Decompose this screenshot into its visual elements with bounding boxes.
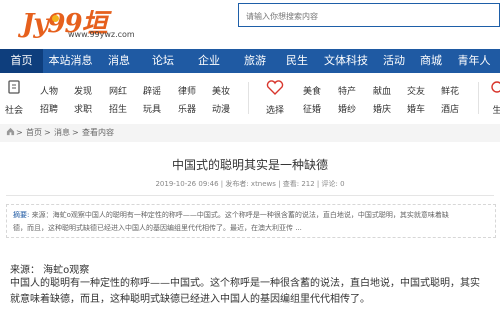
logo-dot-icon bbox=[52, 15, 59, 22]
sublink-dating[interactable]: 交友 bbox=[407, 84, 425, 97]
sublink-people[interactable]: 人物 bbox=[40, 84, 58, 97]
nav-item-mall[interactable]: 商城 bbox=[412, 49, 450, 73]
nav-item-home[interactable]: 首页 bbox=[0, 49, 43, 73]
article-body: 中国人的聪明有一种定性的称呼——中国式。这个称呼是一种很含蓄的说法，直白地说，中… bbox=[10, 278, 480, 289]
summary-text: 来源：海虻o观察中国人的聪明有一种定性的称呼——中国式。这个称呼是一种很含蓄的说… bbox=[31, 211, 449, 219]
sub-nav: 社会 人物 发现 网红 辟谣 律师 美妆 招聘 求职 招生 玩具 乐器 动漫 选… bbox=[0, 76, 500, 120]
sublink-flowers[interactable]: 鲜花 bbox=[441, 84, 459, 97]
sublink-blood[interactable]: 献血 bbox=[373, 84, 391, 97]
header: Jy99垣 www.99ywz.com bbox=[0, 0, 500, 44]
logo-url: www.99ywz.com bbox=[68, 30, 135, 39]
nav-item-youth[interactable]: 青年人 bbox=[450, 49, 498, 73]
article-source: 来源： 海虻o观察 bbox=[10, 265, 90, 276]
search-box[interactable] bbox=[238, 3, 500, 28]
search-input[interactable] bbox=[239, 5, 499, 28]
breadcrumb-separator: > bbox=[44, 128, 51, 137]
sublink-toys[interactable]: 玩具 bbox=[143, 102, 161, 115]
main-nav: 首页 本站消息 消息 论坛 企业 旅游 民生 文体科技 活动 商城 青年人 老 bbox=[0, 49, 500, 73]
sublink-rumor[interactable]: 辟谣 bbox=[143, 84, 161, 97]
breadcrumb-separator: > bbox=[72, 128, 79, 137]
sublink-matchmaking[interactable]: 征婚 bbox=[303, 102, 321, 115]
sublink-beauty[interactable]: 美妆 bbox=[212, 84, 230, 97]
divider bbox=[478, 82, 479, 114]
article-meta: 2019-10-26 09:46 | 发布者: xtnews | 查看: 212… bbox=[155, 180, 345, 188]
sublink-lawyer[interactable]: 律师 bbox=[178, 84, 196, 97]
category-choice[interactable]: 选择 bbox=[264, 80, 286, 116]
nav-item-activity[interactable]: 活动 bbox=[376, 49, 412, 73]
sublink-anime[interactable]: 动漫 bbox=[212, 102, 230, 115]
nav-item-travel[interactable]: 旅游 bbox=[232, 49, 278, 73]
article-title: 中国式的聪明其实是一种缺德 bbox=[171, 158, 328, 172]
breadcrumb: > 首页 > 消息 > 查看内容 bbox=[0, 124, 500, 142]
sublink-recruit[interactable]: 招聘 bbox=[40, 102, 58, 115]
nav-item-forum[interactable]: 论坛 bbox=[140, 49, 186, 73]
sublink-admission[interactable]: 招生 bbox=[109, 102, 127, 115]
home-icon[interactable] bbox=[6, 124, 15, 142]
category-society[interactable]: 社会 bbox=[3, 80, 25, 116]
divider bbox=[248, 82, 249, 114]
sublink-specialty[interactable]: 特产 bbox=[338, 84, 356, 97]
nav-item-news[interactable]: 消息 bbox=[98, 49, 140, 73]
sublink-instruments[interactable]: 乐器 bbox=[178, 102, 196, 115]
nav-item-site-news[interactable]: 本站消息 bbox=[43, 49, 98, 73]
sublink-wedding-dress[interactable]: 婚纱 bbox=[338, 102, 356, 115]
nav-item-culture-tech[interactable]: 文体科技 bbox=[316, 49, 376, 73]
nav-item-enterprise[interactable]: 企业 bbox=[186, 49, 232, 73]
article-summary: 摘要: 来源：海虻o观察中国人的聪明有一种定性的称呼——中国式。这个称呼是一种很… bbox=[6, 204, 496, 238]
sublink-wedding-car[interactable]: 婚车 bbox=[407, 102, 425, 115]
breadcrumb-news[interactable]: 消息 bbox=[54, 124, 70, 142]
breadcrumb-current: 查看内容 bbox=[82, 128, 114, 137]
sublink-wedding[interactable]: 婚庆 bbox=[373, 102, 391, 115]
category-life[interactable]: 生 bbox=[486, 80, 500, 116]
summary-text: 德，而且，这种聪明式缺德已经进入中国人的基因编组里代代相传了。最近，在澳大利亚传… bbox=[13, 224, 302, 232]
breadcrumb-home[interactable]: 首页 bbox=[26, 124, 42, 142]
sublink-jobseek[interactable]: 求职 bbox=[74, 102, 92, 115]
article-body: 就意味着缺德，而且，这种聪明式缺德已经进入中国人的基因编组里代代相传了。 bbox=[10, 294, 370, 305]
sublink-influencer[interactable]: 网红 bbox=[109, 84, 127, 97]
heart-icon bbox=[266, 80, 284, 95]
sublink-hotel[interactable]: 酒店 bbox=[441, 102, 459, 115]
sublink-food[interactable]: 美食 bbox=[303, 84, 321, 97]
site-logo[interactable]: Jy99垣 www.99ywz.com bbox=[22, 3, 135, 41]
breadcrumb-separator: > bbox=[16, 128, 23, 137]
society-icon bbox=[8, 80, 20, 94]
divider bbox=[6, 195, 494, 196]
nav-item-livelihood[interactable]: 民生 bbox=[278, 49, 316, 73]
summary-label: 摘要: bbox=[13, 211, 30, 219]
life-icon bbox=[491, 81, 500, 93]
sublink-discover[interactable]: 发现 bbox=[74, 84, 92, 97]
